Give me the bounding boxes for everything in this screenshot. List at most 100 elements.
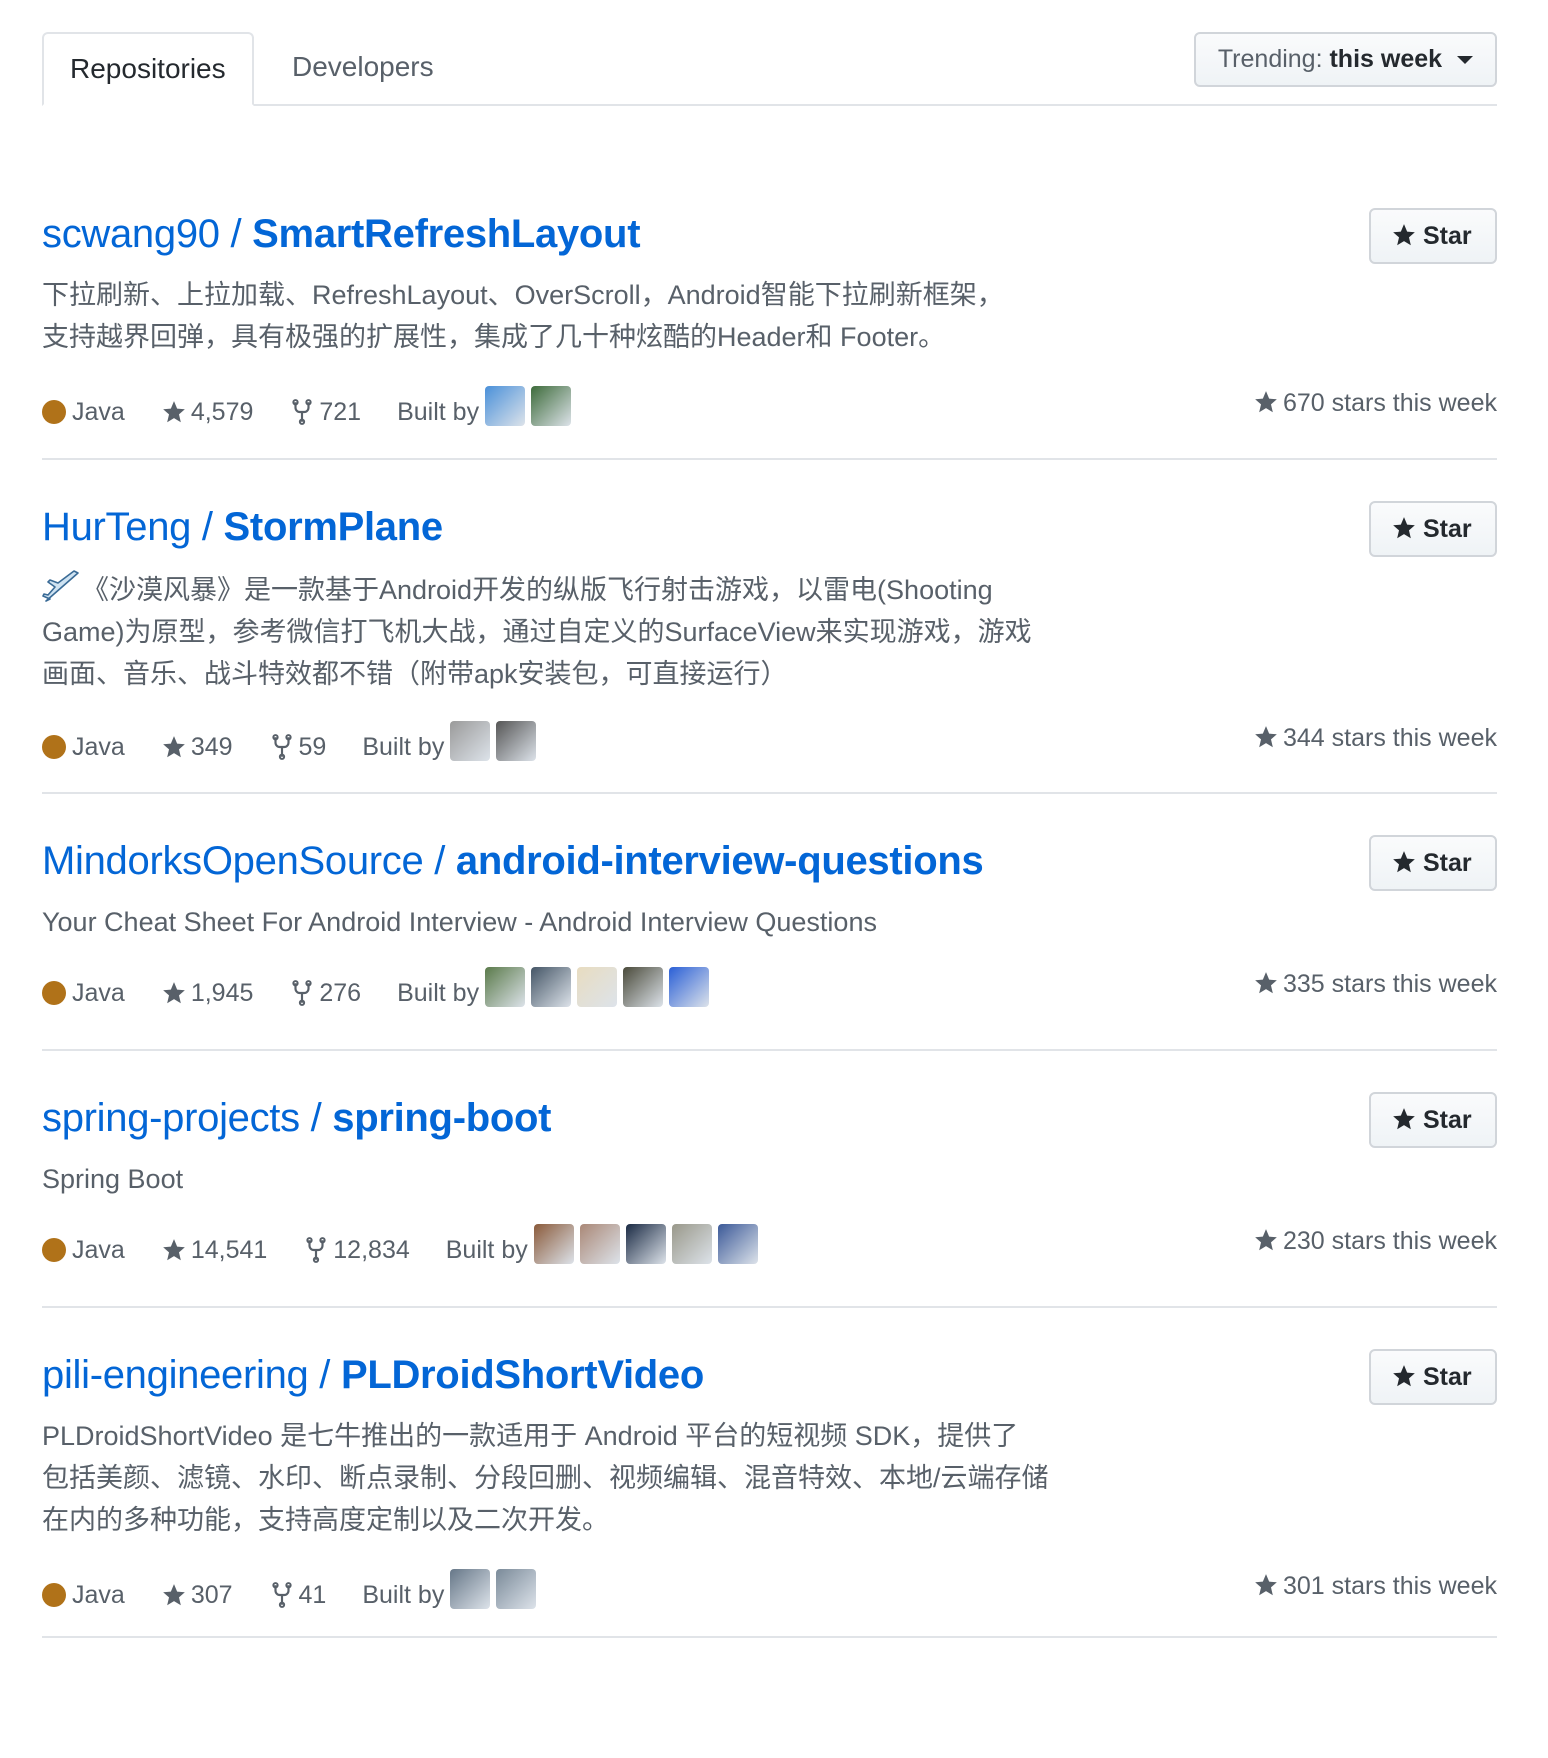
stars-this-week-text: 301 stars this week [1283, 1572, 1497, 1600]
repo-title-link[interactable]: scwang90 / SmartRefreshLayout [42, 210, 641, 258]
star-icon [1255, 1574, 1277, 1596]
repo-title-link[interactable]: pili-engineering / PLDroidShortVideo [42, 1351, 704, 1399]
star-button-label: Star [1423, 515, 1472, 543]
star-button-label: Star [1423, 1363, 1472, 1391]
repo-meta: Java 307 41 Built by [42, 1569, 537, 1621]
repo-description: 下拉刷新、上拉加载、RefreshLayout、OverScroll，Andro… [42, 274, 1062, 358]
repo-language: Java [72, 1581, 125, 1609]
description-line: 下拉刷新、上拉加载、RefreshLayout、OverScroll，Andro… [42, 280, 1004, 310]
contributor-avatars [479, 967, 710, 1019]
contributor-avatar[interactable] [450, 721, 491, 761]
repo-title-link[interactable]: HurTeng / StormPlane [42, 503, 443, 551]
language-color-dot [42, 981, 66, 1005]
contributor-avatars [444, 1569, 537, 1621]
repo-list: scwang90 / SmartRefreshLayout Star 下拉刷新、… [42, 106, 1497, 1638]
contributor-avatar[interactable] [485, 386, 526, 426]
contributor-avatar[interactable] [533, 1224, 574, 1264]
repo-meta: Java 1,945 276 Built by [42, 967, 710, 1019]
contributor-avatar[interactable] [485, 967, 526, 1007]
fork-icon [271, 734, 292, 760]
caret-down-icon [1457, 56, 1473, 65]
stars-this-week: 301 stars this week [1253, 1566, 1497, 1606]
description-line: 包括美颜、滤镜、水印、断点录制、分段回删、视频编辑、混音特效、本地/云端存储 [42, 1463, 1049, 1493]
repo-forks-link[interactable]: 41 [299, 1575, 327, 1615]
repo-stars-link[interactable]: 14,541 [191, 1230, 267, 1270]
star-icon [1393, 1365, 1415, 1387]
trending-value: this week [1329, 45, 1443, 73]
repo-item: pili-engineering / PLDroidShortVideo Sta… [42, 1308, 1497, 1638]
contributor-avatar[interactable] [577, 967, 618, 1007]
language-color-dot [42, 1238, 66, 1262]
repo-forks-link[interactable]: 12,834 [333, 1230, 409, 1270]
repo-stars-link[interactable]: 4,579 [191, 392, 254, 432]
description-line: 画面、音乐、战斗特效都不错（附带apk安装包，可直接运行） [42, 659, 788, 689]
fork-icon [271, 1582, 292, 1608]
fork-icon [292, 980, 313, 1006]
star-icon [162, 1584, 185, 1606]
repo-item: scwang90 / SmartRefreshLayout Star 下拉刷新、… [42, 106, 1497, 460]
description-line: 在内的多种功能，支持高度定制以及二次开发。 [42, 1505, 609, 1535]
description-line: 支持越界回弹，具有极强的扩展性，集成了几十种炫酷的Header和 Footer。 [42, 322, 946, 352]
built-by-label: Built by [362, 1581, 445, 1609]
trending-header: Repositories Developers Trending: this w… [42, 32, 1497, 106]
contributor-avatar[interactable] [669, 967, 710, 1007]
contributor-avatars [444, 721, 537, 773]
star-icon [1393, 1108, 1415, 1130]
star-button[interactable]: Star [1369, 1349, 1497, 1405]
contributor-avatar[interactable] [496, 1569, 537, 1609]
repo-language: Java [72, 398, 125, 426]
star-button[interactable]: Star [1369, 835, 1497, 891]
stars-this-week-text: 344 stars this week [1283, 724, 1497, 752]
repo-stars-link[interactable]: 307 [191, 1575, 233, 1615]
contributor-avatar[interactable] [579, 1224, 620, 1264]
contributor-avatar[interactable] [450, 1569, 491, 1609]
repo-description: Spring Boot [42, 1158, 1062, 1200]
contributor-avatar[interactable] [496, 721, 537, 761]
repo-title-link[interactable]: MindorksOpenSource / android-interview-q… [42, 837, 984, 885]
repo-name: SmartRefreshLayout [252, 212, 641, 256]
star-button-label: Star [1423, 1106, 1472, 1134]
contributor-avatar[interactable] [531, 967, 572, 1007]
stars-this-week: 344 stars this week [1253, 718, 1497, 758]
repo-stars-link[interactable]: 1,945 [191, 973, 254, 1013]
built-by-label: Built by [397, 398, 480, 426]
repo-language: Java [72, 979, 125, 1007]
star-icon [162, 1239, 185, 1261]
repo-forks-link[interactable]: 721 [319, 392, 361, 432]
repo-language: Java [72, 1236, 125, 1264]
repo-meta: Java 14,541 12,834 Built by [42, 1224, 758, 1276]
repo-name: android-interview-questions [455, 839, 984, 883]
fork-icon [292, 399, 313, 425]
star-button[interactable]: Star [1369, 501, 1497, 557]
repo-stars-link[interactable]: 349 [191, 727, 233, 767]
star-button[interactable]: Star [1369, 1092, 1497, 1148]
stars-this-week: 230 stars this week [1253, 1221, 1497, 1261]
built-by-label: Built by [445, 1236, 528, 1264]
star-button-label: Star [1423, 849, 1472, 877]
fork-icon [306, 1237, 326, 1263]
repo-title-link[interactable]: spring-projects / spring-boot [42, 1094, 551, 1142]
trending-period-dropdown[interactable]: Trending: this week [1193, 32, 1497, 87]
repo-owner: scwang90 / [42, 212, 253, 256]
tab-repositories[interactable]: Repositories [42, 32, 254, 106]
built-by-label: Built by [362, 733, 445, 761]
repo-name: spring-boot [332, 1096, 552, 1140]
description-line: Your Cheat Sheet For Android Interview -… [42, 907, 877, 937]
stars-this-week-text: 670 stars this week [1283, 389, 1497, 417]
contributor-avatar[interactable] [625, 1224, 666, 1264]
tab-developers[interactable]: Developers [266, 32, 460, 106]
contributor-avatar[interactable] [623, 967, 664, 1007]
stars-this-week-text: 335 stars this week [1283, 970, 1497, 998]
repo-name: PLDroidShortVideo [340, 1353, 705, 1397]
repo-forks-link[interactable]: 59 [299, 727, 327, 767]
contributor-avatar[interactable] [531, 386, 572, 426]
star-button[interactable]: Star [1369, 208, 1497, 264]
repo-forks-link[interactable]: 276 [319, 973, 361, 1013]
contributor-avatars [479, 386, 572, 438]
contributor-avatar[interactable] [671, 1224, 712, 1264]
star-icon [1255, 972, 1277, 994]
contributor-avatar[interactable] [717, 1224, 758, 1264]
star-icon [162, 401, 185, 423]
language-color-dot [42, 735, 66, 759]
repo-item: HurTeng / StormPlane Star 《沙漠风暴》是一款基于And… [42, 460, 1497, 794]
